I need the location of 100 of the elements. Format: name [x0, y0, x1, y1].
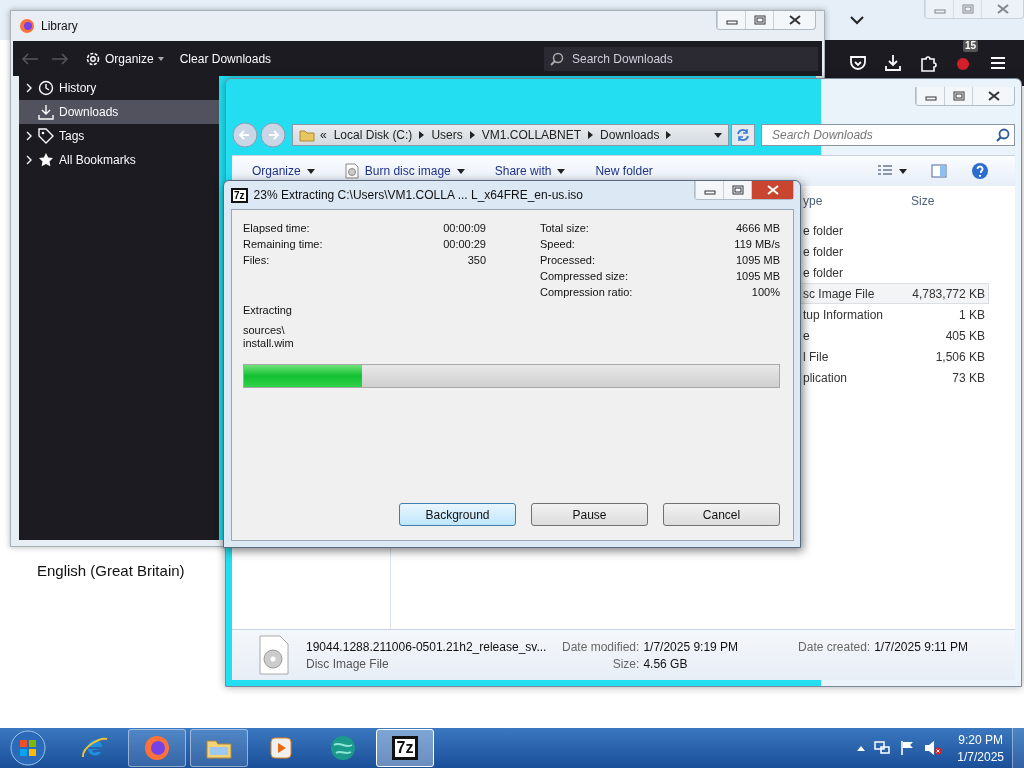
back-arrow-icon[interactable] — [21, 51, 39, 66]
dialog-button[interactable]: Background — [399, 503, 516, 526]
column-header[interactable]: Size — [903, 194, 988, 208]
network-icon[interactable] — [874, 740, 891, 756]
file-row[interactable]: tup Information 1 KB — [799, 304, 989, 325]
field-value: 4.56 GB — [643, 656, 689, 671]
breadcrumb-item[interactable]: Downloads — [600, 128, 660, 142]
caret-icon — [157, 56, 164, 61]
clock-icon — [38, 80, 54, 96]
maximize-icon — [731, 185, 744, 195]
search-field[interactable]: Search Downloads — [761, 124, 1015, 146]
chevron-right-icon — [25, 131, 33, 141]
search-input[interactable]: Search Downloads — [770, 127, 996, 143]
search-field[interactable]: Search Downloads — [544, 46, 818, 71]
maximize-icon — [952, 91, 965, 101]
file-row[interactable]: l File 1,506 KB — [799, 346, 989, 367]
start-button[interactable] — [8, 728, 48, 768]
folder-icon — [299, 128, 315, 142]
disc-file-icon — [258, 635, 290, 675]
language-label: English (Great Britain) — [37, 562, 185, 579]
stat-value: 350 — [466, 254, 486, 266]
dialog-button[interactable]: Pause — [531, 503, 648, 526]
arrow-right-icon — [588, 131, 594, 139]
arrow-right-icon — [666, 131, 672, 139]
stat-value: 1095 MB — [734, 270, 780, 282]
speaker-muted-icon[interactable] — [924, 740, 943, 756]
settings-icon — [85, 50, 101, 67]
clock[interactable]: 9:20 PM 1/7/2025 — [957, 732, 1004, 764]
stat-value: 00:00:09 — [443, 222, 486, 234]
stat-label: Processed: — [540, 254, 597, 266]
taskbar-button[interactable] — [190, 729, 248, 767]
file-row[interactable]: e folder — [799, 241, 989, 262]
dropdown-arrow-icon — [456, 168, 465, 174]
toolbar-button[interactable]: Burn disc image — [338, 160, 471, 182]
stat-label: Elapsed time: — [243, 222, 311, 234]
forward-button-icon[interactable] — [260, 122, 286, 148]
chevron-right-icon — [25, 83, 33, 93]
breadcrumb-overflow[interactable]: « — [320, 128, 327, 142]
status-text: Extracting — [243, 304, 293, 316]
address-bar[interactable]: « Local Disk (C:) Users VM1.COLLABNET Downloads — [292, 124, 729, 146]
sidebar-item[interactable]: History — [19, 76, 219, 100]
chevron-down-icon[interactable] — [850, 15, 864, 25]
stat-value: 00:00:29 — [443, 238, 486, 250]
breadcrumb-item[interactable]: Local Disk (C:) — [333, 128, 413, 142]
search-input[interactable]: Search Downloads — [570, 50, 812, 67]
sidebar-item[interactable]: Downloads — [19, 100, 219, 124]
breadcrumb-item[interactable]: VM1.COLLABNET — [481, 128, 582, 142]
close-icon — [766, 185, 779, 195]
file-type: Disc Image File — [306, 656, 390, 671]
clear-downloads-button[interactable]: Clear Downloads — [175, 48, 276, 69]
pane-icon — [931, 164, 947, 178]
list-view-icon — [877, 165, 893, 177]
forward-arrow-icon[interactable] — [51, 51, 69, 66]
arrow-right-icon — [469, 131, 475, 139]
count-badge: 15 — [963, 40, 979, 52]
stat-label: Files: — [243, 254, 271, 266]
file-row[interactable]: plication 73 KB — [799, 367, 989, 388]
taskbar-button[interactable] — [128, 729, 186, 767]
search-icon — [550, 51, 564, 66]
organize-button[interactable]: Organize — [81, 47, 168, 70]
sidebar-item[interactable]: Tags — [19, 124, 219, 148]
breadcrumb-item[interactable]: Users — [431, 128, 463, 142]
download-icon — [38, 104, 54, 120]
pocket-icon — [849, 54, 867, 72]
field-label: Date modified: — [562, 639, 640, 654]
tag-icon — [38, 128, 54, 144]
show-desktop-button[interactable] — [1012, 728, 1024, 768]
refresh-icon — [736, 128, 750, 142]
file-name: 19044.1288.211006-0501.21h2_release_sv... — [306, 639, 548, 654]
refresh-button[interactable] — [731, 124, 755, 146]
globe-icon — [328, 733, 358, 763]
stat-value: 100% — [750, 286, 780, 298]
toolbar-button[interactable]: Organize — [246, 161, 321, 181]
close-icon — [788, 15, 801, 25]
stat-label: Compressed size: — [540, 270, 630, 282]
close-icon — [987, 91, 1000, 101]
sidebar-item[interactable]: All Bookmarks — [19, 148, 219, 172]
taskbar-button[interactable]: 7z — [376, 729, 434, 767]
up-arrow-icon[interactable] — [857, 745, 866, 751]
dialog-button[interactable]: Cancel — [663, 503, 780, 526]
column-header[interactable]: ype — [800, 194, 903, 208]
stat-label: Compression ratio: — [540, 286, 634, 298]
puzzle-icon — [919, 54, 937, 72]
window-title: 23% Extracting C:\Users\VM1.COLLA ... L_x64FRE_en-us.iso — [253, 188, 584, 202]
stat-value: 119 MB/s — [734, 238, 780, 250]
maximize-icon — [961, 3, 974, 14]
file-row[interactable]: e folder — [799, 262, 989, 283]
flag-icon[interactable] — [899, 740, 916, 756]
dropdown-arrow-icon — [899, 168, 907, 174]
close-icon — [996, 3, 1009, 14]
file-row[interactable]: e 405 KB — [799, 325, 989, 346]
file-row[interactable]: sc Image File 4,783,772 KB — [799, 283, 989, 304]
stat-label: Remaining time: — [243, 238, 324, 250]
back-button-icon[interactable] — [232, 122, 258, 148]
file-row[interactable]: e folder — [799, 220, 989, 241]
toolbar-button[interactable]: Share with — [488, 161, 572, 181]
stat-label: Total size: — [540, 222, 590, 234]
dropdown-arrow-icon — [714, 132, 722, 138]
file-path: install.wim — [243, 337, 295, 350]
toolbar-button[interactable]: New folder — [589, 161, 659, 181]
